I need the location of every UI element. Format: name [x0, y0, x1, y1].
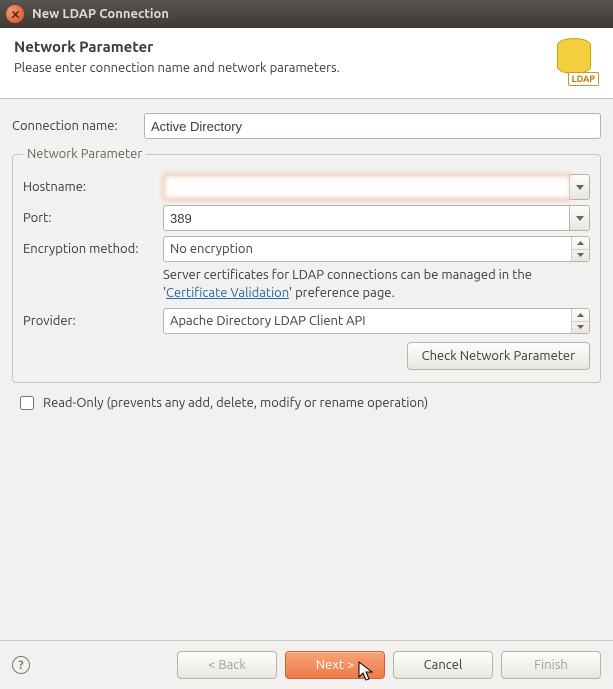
encryption-value: No encryption: [164, 237, 571, 261]
page-title: Network Parameter: [14, 38, 340, 55]
wizard-header: Network Parameter Please enter connectio…: [0, 28, 613, 99]
provider-step-up[interactable]: [572, 309, 589, 322]
window-close-button[interactable]: [6, 5, 24, 23]
connection-name-input[interactable]: [144, 113, 601, 139]
ldap-icon: LDAP: [551, 38, 599, 86]
chevron-up-icon: [577, 313, 584, 317]
encryption-step-up[interactable]: [572, 237, 589, 250]
check-network-button[interactable]: Check Network Parameter: [407, 342, 590, 370]
chevron-down-icon: [577, 253, 584, 257]
port-dropdown-button[interactable]: [569, 205, 590, 231]
help-button[interactable]: ?: [12, 656, 30, 674]
provider-label: Provider:: [23, 314, 163, 328]
page-subtitle: Please enter connection name and network…: [14, 61, 340, 75]
encryption-select[interactable]: No encryption: [163, 236, 590, 262]
readonly-label[interactable]: Read-Only (prevents any add, delete, mod…: [43, 396, 428, 410]
port-input[interactable]: [163, 205, 569, 231]
mouse-cursor-icon: [358, 661, 374, 683]
certificate-hint: Server certificates for LDAP connections…: [163, 267, 590, 302]
wizard-footer: ? < Back Next > Cancel Finish: [0, 640, 613, 689]
chevron-down-icon: [577, 325, 584, 329]
encryption-step-down[interactable]: [572, 250, 589, 262]
hostname-input[interactable]: [163, 174, 569, 200]
hostname-label: Hostname:: [23, 180, 163, 194]
window-title: New LDAP Connection: [32, 7, 169, 21]
back-button: < Back: [177, 651, 277, 679]
port-label: Port:: [23, 211, 163, 225]
network-parameter-group: Network Parameter Hostname: Port:: [12, 147, 601, 383]
readonly-checkbox[interactable]: [20, 396, 34, 410]
connection-name-label: Connection name:: [12, 119, 144, 133]
hostname-dropdown-button[interactable]: [569, 174, 590, 200]
network-parameter-legend: Network Parameter: [23, 147, 146, 161]
finish-button: Finish: [501, 651, 601, 679]
next-button[interactable]: Next >: [285, 651, 385, 679]
chevron-down-icon: [576, 216, 584, 221]
title-bar: New LDAP Connection: [0, 0, 613, 28]
encryption-label: Encryption method:: [23, 242, 163, 256]
port-combo[interactable]: [163, 205, 590, 231]
chevron-down-icon: [576, 185, 584, 190]
provider-value: Apache Directory LDAP Client API: [164, 309, 571, 333]
certificate-validation-link[interactable]: Certificate Validation: [166, 286, 289, 300]
cancel-button[interactable]: Cancel: [393, 651, 493, 679]
chevron-up-icon: [577, 241, 584, 245]
provider-select[interactable]: Apache Directory LDAP Client API: [163, 308, 590, 334]
hostname-combo[interactable]: [163, 174, 590, 200]
provider-step-down[interactable]: [572, 322, 589, 334]
